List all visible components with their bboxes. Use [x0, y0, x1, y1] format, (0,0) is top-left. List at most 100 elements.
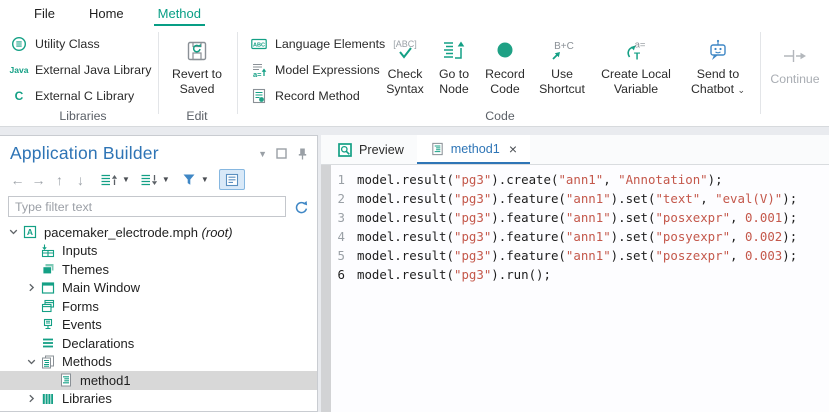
group-code-big-buttons: [ABC] Check Syntax Go to Node Record Cod… [382, 29, 754, 98]
line-number: 4 [331, 227, 357, 246]
close-tab-icon[interactable]: × [509, 141, 517, 157]
tree-item-libraries[interactable]: Libraries [0, 390, 317, 409]
record-code-button[interactable]: Record Code [480, 29, 530, 97]
utility-class-label: Utility Class [35, 37, 100, 51]
refresh-icon[interactable] [292, 199, 309, 215]
chevron-down-icon[interactable]: ▼ [201, 175, 209, 184]
chevron-down-icon[interactable]: ▼ [122, 175, 130, 184]
methods-icon [39, 354, 56, 370]
code-text[interactable]: model.result("pg3").feature("ann1").set(… [357, 189, 797, 208]
tree-item-suffix: (root) [198, 225, 233, 240]
external-java-library-button[interactable]: Java External Java Library [6, 58, 155, 82]
code-line[interactable]: 3model.result("pg3").feature("ann1").set… [331, 208, 829, 227]
tree-item-forms[interactable]: Forms [0, 297, 317, 316]
tab-method[interactable]: Method [154, 2, 205, 26]
svg-text:a=: a= [635, 39, 646, 50]
use-shortcut-button[interactable]: B+C Use Shortcut [534, 29, 590, 97]
chevron-right-icon[interactable] [24, 280, 39, 295]
code-text[interactable]: model.result("pg3").feature("ann1").set(… [357, 208, 797, 227]
chevron-down-icon[interactable]: ▼ [162, 175, 170, 184]
model-tree: Apacemaker_electrode.mph (root)InputsThe… [0, 223, 317, 408]
svg-text:ABC: ABC [253, 42, 265, 48]
ribbon-separator [760, 32, 761, 114]
chevron-down-icon[interactable] [6, 225, 21, 240]
tree-item-label: method1 [80, 373, 131, 388]
panel-toolbar: ← → ↑ ↓ ▼ ▼ ▼ [0, 166, 317, 194]
tree-item-inputs[interactable]: Inputs [0, 242, 317, 261]
external-c-library-button[interactable]: C External C Library [6, 84, 155, 108]
record-code-icon [492, 34, 518, 67]
tree-item-main-window[interactable]: Main Window [0, 279, 317, 298]
code-line[interactable]: 5model.result("pg3").feature("ann1").set… [331, 246, 829, 265]
forward-arrow-icon[interactable]: → [30, 172, 47, 188]
preview-icon [337, 142, 353, 158]
continue-button[interactable]: Continue [766, 34, 824, 87]
tree-item-pacemaker-electrode-mph[interactable]: Apacemaker_electrode.mph (root) [0, 223, 317, 242]
form-list-icon [225, 173, 239, 187]
code-text[interactable]: model.result("pg3").create("ann1", "Anno… [357, 170, 723, 189]
back-arrow-icon[interactable]: ← [9, 172, 26, 188]
tree-item-label: Methods [62, 354, 112, 369]
revert-to-saved-button[interactable]: Revert to Saved [162, 29, 232, 97]
pin-icon[interactable] [296, 147, 309, 161]
group-label-code: Code [246, 109, 754, 123]
tree-item-declarations[interactable]: Declarations [0, 334, 317, 353]
record-method-button[interactable]: Record Method [246, 84, 389, 108]
panel-menu-chevron-icon[interactable]: ▼ [258, 149, 267, 159]
record-code-label: Record Code [480, 67, 530, 97]
language-elements-button[interactable]: ABC Language Elements [246, 32, 389, 56]
filter-icon[interactable] [181, 172, 197, 187]
code-line[interactable]: 6model.result("pg3").run(); [331, 265, 829, 284]
create-local-variable-button[interactable]: a=T Create Local Variable [594, 29, 678, 97]
tab-preview-label: Preview [359, 143, 404, 157]
code-text[interactable]: model.result("pg3").run(); [357, 265, 551, 284]
tab-preview[interactable]: Preview [324, 135, 417, 164]
utility-class-button[interactable]: Utility Class [6, 32, 155, 56]
code-text[interactable]: model.result("pg3").feature("ann1").set(… [357, 246, 797, 265]
line-number: 3 [331, 208, 357, 227]
tab-home[interactable]: Home [85, 2, 128, 26]
tab-method1-label: method1 [451, 142, 500, 156]
move-up-icon[interactable] [99, 172, 118, 188]
go-to-node-button[interactable]: Go to Node [432, 29, 476, 97]
code-line[interactable]: 1model.result("pg3").create("ann1", "Ann… [331, 170, 829, 189]
tab-method1[interactable]: method1 × [417, 135, 530, 164]
check-syntax-icon: [ABC] [389, 34, 421, 67]
ribbon: File Home Method Utility Class Java Exte… [0, 0, 829, 127]
app-icon: A [21, 224, 38, 240]
chevron-down-icon[interactable] [24, 354, 39, 369]
code-line[interactable]: 4model.result("pg3").feature("ann1").set… [331, 227, 829, 246]
tree-item-method1[interactable]: method1 [0, 371, 317, 390]
window-icon [39, 280, 56, 296]
show-node-names-toggle[interactable] [219, 169, 245, 190]
revert-to-saved-label: Revert to Saved [162, 67, 232, 97]
down-arrow-icon[interactable]: ↓ [72, 172, 89, 188]
model-expressions-button[interactable]: a= Model Expressions [246, 58, 389, 82]
tab-file[interactable]: File [30, 2, 59, 26]
external-java-library-label: External Java Library [35, 63, 151, 77]
tree-item-methods[interactable]: Methods [0, 353, 317, 372]
go-to-node-icon [440, 34, 468, 67]
check-syntax-button[interactable]: [ABC] Check Syntax [382, 29, 428, 97]
tree-item-events[interactable]: Events [0, 316, 317, 335]
record-method-icon [250, 87, 268, 105]
move-down-icon[interactable] [139, 172, 158, 188]
code-text[interactable]: model.result("pg3").feature("ann1").set(… [357, 227, 797, 246]
filter-input[interactable] [8, 196, 286, 217]
code-line[interactable]: 2model.result("pg3").feature("ann1").set… [331, 189, 829, 208]
send-to-chatbot-button[interactable]: Send to Chatbot ⌄ [682, 29, 754, 98]
tree-item-label: Forms [62, 299, 99, 314]
tree-item-label: Main Window [62, 280, 140, 295]
breakpoint-margin[interactable] [321, 165, 331, 412]
up-arrow-icon[interactable]: ↑ [51, 172, 68, 188]
code-area[interactable]: 1model.result("pg3").create("ann1", "Ann… [321, 165, 829, 412]
line-number: 1 [331, 170, 357, 189]
line-number: 2 [331, 189, 357, 208]
tree-indent [24, 299, 39, 314]
chevron-right-icon[interactable] [24, 391, 39, 406]
language-elements-label: Language Elements [275, 37, 385, 51]
tree-item-label: Themes [62, 262, 109, 277]
chevron-down-icon: ⌄ [737, 85, 745, 95]
float-window-icon[interactable] [276, 148, 287, 159]
tree-item-themes[interactable]: Themes [0, 260, 317, 279]
